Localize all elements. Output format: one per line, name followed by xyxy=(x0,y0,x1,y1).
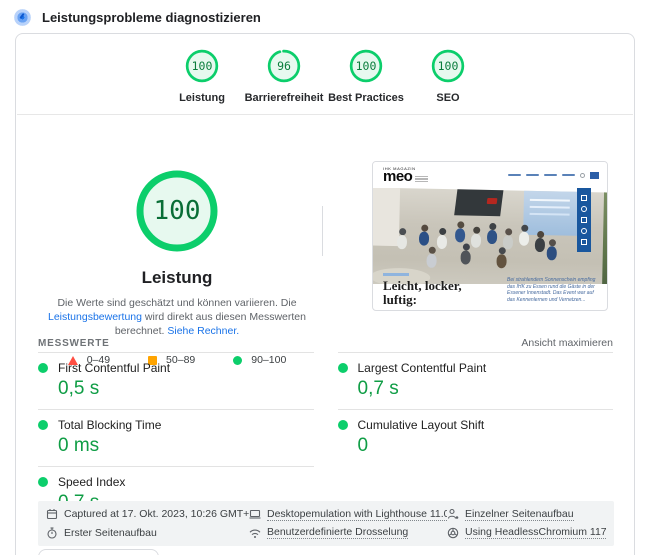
preview-site-logo: IHK MAGAZIN meo xyxy=(383,167,428,183)
run-environment: Captured at 17. Okt. 2023, 10:26 GMT+2 D… xyxy=(38,501,614,546)
vertical-divider xyxy=(322,206,323,256)
search-icon xyxy=(580,173,585,178)
preview-site-header: IHK MAGAZIN meo xyxy=(373,162,607,188)
article-headline: Leicht, locker, luftig: xyxy=(383,279,487,307)
mail-icon xyxy=(581,217,587,223)
category-scores: 100 Leistung 96 Barrierefreiheit xyxy=(16,48,634,104)
metric-label: Speed Index xyxy=(58,475,125,489)
browser-version[interactable]: Using HeadlessChromium 117.0.5938.149 wi… xyxy=(447,526,606,539)
food-truck xyxy=(454,189,503,216)
preview-article-teaser: Leicht, locker, luftig: Bei strahlendem … xyxy=(383,273,599,307)
metric-label: Cumulative Layout Shift xyxy=(358,418,485,432)
score-label: Best Practices xyxy=(328,92,404,104)
divider xyxy=(17,114,633,115)
score-value: 100 xyxy=(430,48,466,84)
collapsed-section[interactable] xyxy=(38,549,159,555)
score-barrierefreiheit[interactable]: 96 Barrierefreiheit xyxy=(243,48,325,104)
score-label: Leistung xyxy=(179,92,225,104)
first-page-load: Erster Seitenaufbau xyxy=(46,527,249,539)
metric-total-blocking-time: Total Blocking Time 0 ms xyxy=(38,409,314,466)
score-value: 96 xyxy=(266,48,302,84)
metrics-header: MESSWERTE Ansicht maximieren xyxy=(38,337,613,349)
pass-dot-icon xyxy=(38,477,48,487)
capture-time: Captured at 17. Okt. 2023, 10:26 GMT+2 xyxy=(46,508,249,520)
crowd xyxy=(399,228,406,235)
person-icon xyxy=(447,508,459,520)
metric-value: 0,5 s xyxy=(58,378,314,400)
link-siehe-rechner[interactable]: Siehe Rechner. xyxy=(167,325,239,337)
score-label: SEO xyxy=(436,92,459,104)
score-value: 100 xyxy=(348,48,384,84)
ihk-logo xyxy=(590,172,599,179)
page-title: Leistungsprobleme diagnostizieren xyxy=(42,10,261,25)
pagespeed-report: Leistungsprobleme diagnostizieren 100 Le… xyxy=(0,0,650,555)
pass-dot-icon xyxy=(338,363,348,373)
calendar-icon xyxy=(46,508,58,520)
logo-tagline-lines xyxy=(415,176,428,184)
laptop-icon xyxy=(249,508,261,520)
metric-value: 0,7 s xyxy=(358,378,614,400)
pass-dot-icon xyxy=(38,363,48,373)
menu-icon xyxy=(581,239,587,245)
preview-social-sidebar xyxy=(577,188,591,252)
foliage xyxy=(602,192,607,284)
network-icon xyxy=(249,527,261,539)
performance-gauge: 100 xyxy=(135,169,219,253)
article-kicker xyxy=(383,273,409,276)
metric-label: Total Blocking Time xyxy=(58,418,161,432)
score-seo[interactable]: 100 SEO xyxy=(407,48,489,104)
expand-view-button[interactable]: Ansicht maximieren xyxy=(521,337,613,349)
page-screenshot-preview[interactable]: IHK MAGAZIN meo xyxy=(372,161,608,311)
metric-value: 0 ms xyxy=(58,435,314,457)
preview-nav-links xyxy=(508,172,599,179)
score-best-practices[interactable]: 100 Best Practices xyxy=(325,48,407,104)
report-header: Leistungsprobleme diagnostizieren xyxy=(14,9,261,26)
disclaimer-text: Die Werte sind geschätzt und können vari… xyxy=(57,297,296,309)
phone-icon xyxy=(581,206,587,212)
metric-cumulative-layout-shift: Cumulative Layout Shift 0 xyxy=(338,409,614,466)
score-leistung[interactable]: 100 Leistung xyxy=(161,48,243,104)
link-leistungsbewertung[interactable]: Leistungsbewertung xyxy=(48,311,142,323)
performance-title: Leistung xyxy=(16,268,338,288)
score-disclaimer: Die Werte sind geschätzt und können vari… xyxy=(31,296,323,338)
logo-wordmark: meo xyxy=(383,171,412,183)
share-icon xyxy=(581,195,587,201)
metric-label: Largest Contentful Paint xyxy=(358,361,487,375)
metric-first-contentful-paint: First Contentful Paint 0,5 s xyxy=(38,352,314,409)
metric-largest-contentful-paint: Largest Contentful Paint 0,7 s xyxy=(338,352,614,409)
report-card: 100 Leistung 96 Barrierefreiheit xyxy=(15,33,635,555)
preview-hero-photo xyxy=(373,188,607,284)
pagespeed-gauge-icon xyxy=(14,9,31,26)
score-label: Barrierefreiheit xyxy=(245,92,324,104)
social-icon xyxy=(581,228,587,234)
score-value: 100 xyxy=(184,48,220,84)
metric-value: 0 xyxy=(358,435,614,457)
throttling-mode[interactable]: Benutzerdefinierte Drosselung xyxy=(249,526,447,539)
metric-label: First Contentful Paint xyxy=(58,361,170,375)
metrics-grid: First Contentful Paint 0,5 s Total Block… xyxy=(38,352,613,523)
performance-gauge-panel: 100 Leistung Die Werte sind geschätzt un… xyxy=(16,161,338,366)
metrics-title: MESSWERTE xyxy=(38,338,110,349)
article-teaser-text: Bei strahlendem Sonnenschein empfing das… xyxy=(507,277,599,307)
event-banner xyxy=(523,191,582,236)
performance-score-value: 100 xyxy=(135,169,219,253)
device-emulation[interactable]: Desktopemulation with Lighthouse 11.0.0 xyxy=(249,508,447,521)
page-load-mode[interactable]: Einzelner Seitenaufbau xyxy=(447,508,606,521)
chromium-icon xyxy=(447,527,459,539)
stopwatch-icon xyxy=(46,527,58,539)
pass-dot-icon xyxy=(338,420,348,430)
pass-dot-icon xyxy=(38,420,48,430)
